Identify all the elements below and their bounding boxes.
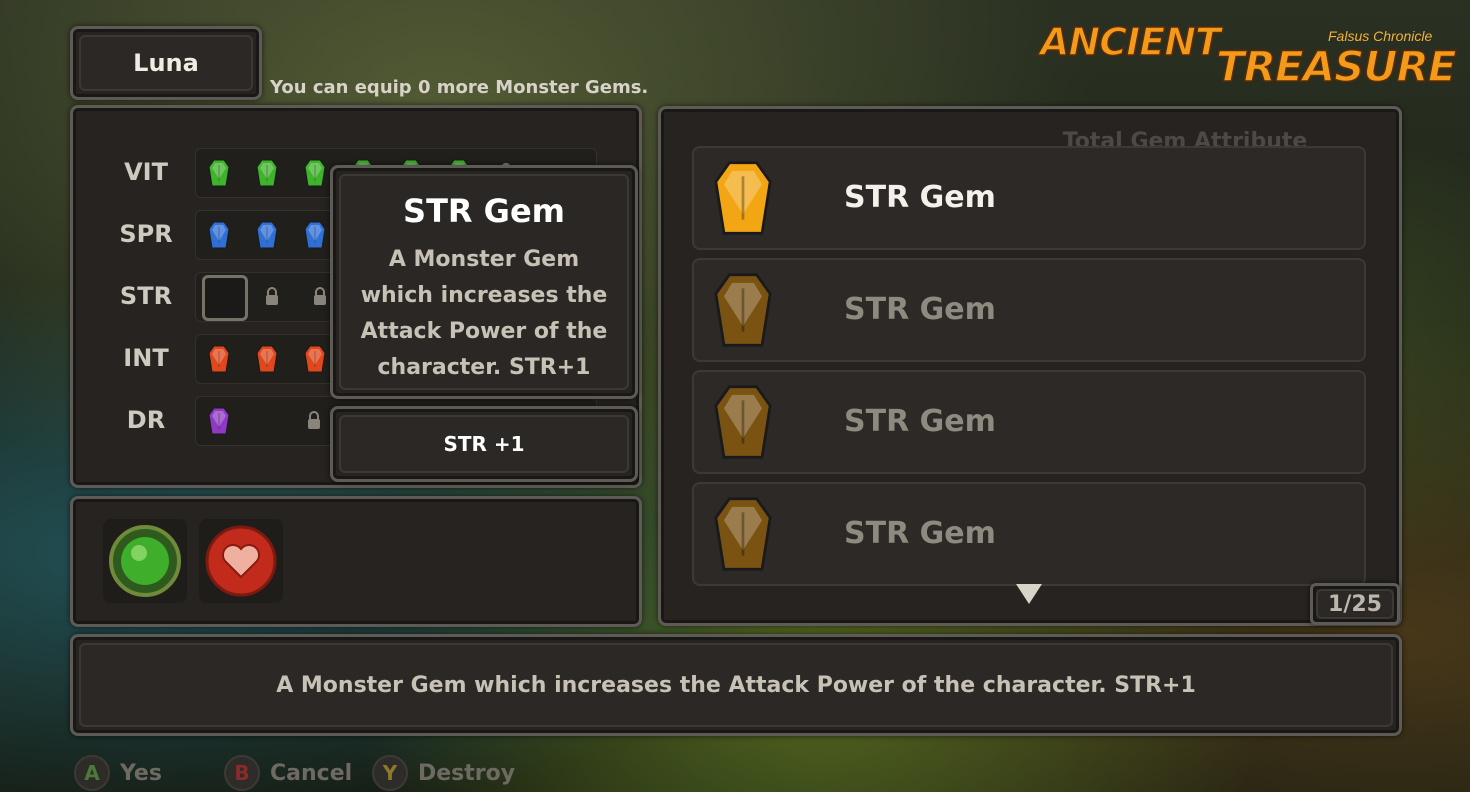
tooltip-inner: STR Gem A Monster Gem which increases th… xyxy=(339,174,629,390)
total-gem-attribute-tab[interactable]: Total Gem Attribute xyxy=(985,112,1385,148)
lock-icon xyxy=(314,287,326,305)
heart-orb-icon xyxy=(205,525,277,597)
lock-icon xyxy=(266,287,278,305)
gem-item-name: STR Gem xyxy=(844,516,996,551)
str-gem-icon xyxy=(714,273,772,347)
gem-icon xyxy=(256,221,278,249)
gem-list-item[interactable]: STR Gem xyxy=(692,146,1366,250)
control-label: Destroy xyxy=(418,760,516,786)
stat-name: VIT xyxy=(124,158,168,186)
tooltip-stat-box: STR +1 xyxy=(330,406,638,482)
tooltip-title: STR Gem xyxy=(403,192,565,230)
stat-name: DR xyxy=(126,406,166,434)
button-a-icon: A xyxy=(74,755,110,791)
tooltip-stat: STR +1 xyxy=(339,415,629,473)
gem-icon xyxy=(208,407,230,435)
stat-name: STR xyxy=(119,282,173,310)
green-orb-slot[interactable] xyxy=(103,519,187,603)
gem-icon xyxy=(304,345,326,373)
scroll-down-arrow-icon[interactable] xyxy=(1016,584,1042,604)
stat-name: SPR xyxy=(119,220,173,248)
green-orb-icon xyxy=(109,525,181,597)
gem-icon xyxy=(256,345,278,373)
str-gem-icon xyxy=(714,385,772,459)
gem-list-item[interactable]: STR Gem xyxy=(692,370,1366,474)
str-gem-icon xyxy=(714,497,772,571)
equip-message: You can equip 0 more Monster Gems. xyxy=(270,77,649,98)
orbs-panel xyxy=(70,496,642,627)
control-destroy[interactable]: Y Destroy xyxy=(372,755,516,791)
logo-treasure: TREASURE xyxy=(1215,41,1457,92)
gem-icon xyxy=(208,345,230,373)
logo-ancient: ANCIENT xyxy=(1039,19,1221,65)
gem-list-item[interactable]: STR Gem xyxy=(692,258,1366,362)
selected-empty-slot[interactable] xyxy=(202,275,248,321)
button-y-icon: Y xyxy=(372,755,408,791)
page-indicator: 1/25 xyxy=(1310,583,1400,625)
gem-tooltip: STR Gem A Monster Gem which increases th… xyxy=(330,165,638,399)
game-logo: ANCIENT Falsus Chronicle TREASURE xyxy=(1039,19,1457,92)
button-b-icon: B xyxy=(224,755,260,791)
gem-item-name: STR Gem xyxy=(844,404,996,439)
gem-icon xyxy=(304,221,326,249)
control-yes[interactable]: A Yes xyxy=(74,755,162,791)
description-text: A Monster Gem which increases the Attack… xyxy=(79,643,1393,727)
stat-name: INT xyxy=(123,344,169,372)
gem-icon xyxy=(304,159,326,187)
gem-icon xyxy=(208,221,230,249)
gem-icon xyxy=(256,159,278,187)
heart-orb-slot[interactable] xyxy=(199,519,283,603)
control-label: Yes xyxy=(120,760,162,786)
control-cancel[interactable]: B Cancel xyxy=(224,755,353,791)
gem-list-item[interactable]: STR Gem xyxy=(692,482,1366,586)
gem-item-name: STR Gem xyxy=(844,180,996,215)
control-label: Cancel xyxy=(270,760,353,786)
str-gem-icon xyxy=(714,161,772,235)
lock-icon xyxy=(308,411,320,429)
gem-item-name: STR Gem xyxy=(844,292,996,327)
character-name: Luna xyxy=(79,35,253,91)
gem-icon xyxy=(208,159,230,187)
description-panel: A Monster Gem which increases the Attack… xyxy=(70,634,1402,736)
tooltip-description: A Monster Gem which increases the Attack… xyxy=(360,247,608,380)
page-number: 1/25 xyxy=(1316,589,1394,619)
character-name-box[interactable]: Luna xyxy=(70,26,262,100)
